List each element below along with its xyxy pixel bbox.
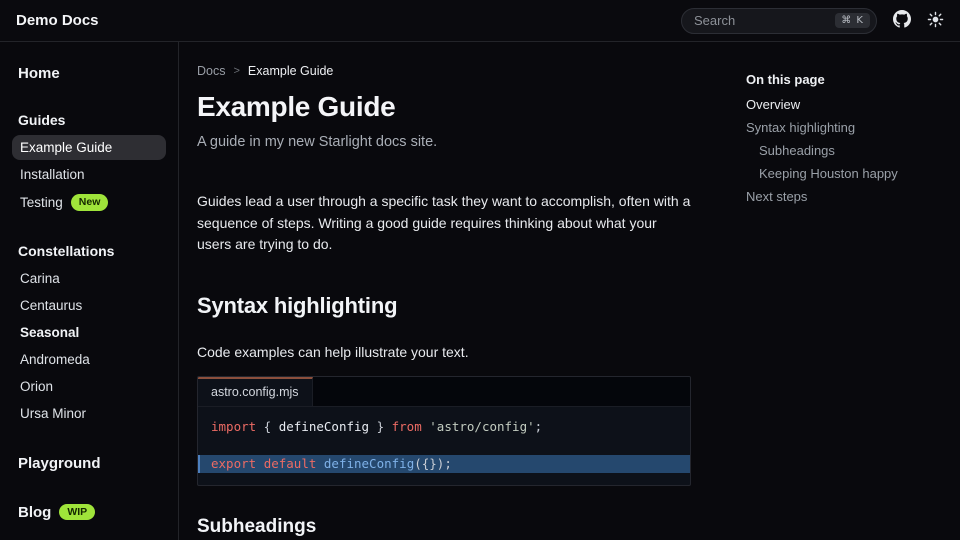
wip-badge: WIP [59,504,95,521]
toc-item-syntax-highlighting[interactable]: Syntax highlighting [746,120,944,135]
sidebar-item-home[interactable]: Home [12,62,166,85]
sidebar-item-label: Playground [18,455,101,472]
code-token [256,456,264,471]
sidebar-item-label: Seasonal [20,325,79,340]
page-title: Example Guide [197,91,691,123]
sidebar-item-example-guide[interactable]: Example Guide [12,135,166,160]
heading-syntax-highlighting: Syntax highlighting [197,293,691,319]
sidebar-item-label: Home [18,65,60,82]
toc-list: Overview Syntax highlighting Subheadings… [746,97,944,204]
breadcrumb-current: Example Guide [248,64,333,78]
code-body: import { defineConfig } from 'astro/conf… [198,407,690,486]
sidebar-item-label: Installation [20,167,85,182]
code-line-highlighted: export default defineConfig({}); [198,455,690,474]
toc-item-subheadings[interactable]: Subheadings [746,143,944,158]
header-actions: Search ⌘ K [681,8,944,34]
section-intro-paragraph: Code examples can help illustrate your t… [197,344,691,360]
sidebar: Home Guides Example Guide Installation T… [0,42,179,540]
sidebar-item-label: Blog [18,504,51,521]
code-line: import { defineConfig } from 'astro/conf… [198,418,690,437]
sidebar-item-label: Centaurus [20,298,82,313]
code-token [316,456,324,471]
heading-subheadings: Subheadings [197,516,691,538]
sidebar-item-carina[interactable]: Carina [12,266,166,291]
code-token: { [256,419,279,434]
sidebar-item-label: Example Guide [20,140,112,155]
github-icon [893,10,911,31]
sidebar-item-label: Andromeda [20,352,90,367]
site-title[interactable]: Demo Docs [16,12,99,29]
code-block: astro.config.mjs import { defineConfig }… [197,376,691,487]
search-shortcut-kbd: ⌘ K [835,13,870,28]
sidebar-item-label: Orion [20,379,53,394]
code-tabbar: astro.config.mjs [198,377,690,407]
code-token: 'astro/config' [429,419,534,434]
table-of-contents: On this page Overview Syntax highlightin… [722,42,960,540]
code-token: default [264,456,317,471]
code-line-empty [198,436,690,455]
sidebar-item-label: Carina [20,271,60,286]
sidebar-item-installation[interactable]: Installation [12,162,166,187]
code-tab-filename[interactable]: astro.config.mjs [198,377,313,406]
code-token: ; [535,419,543,434]
sun-icon [927,11,944,31]
chevron-right-icon: > [233,65,239,77]
sidebar-item-centaurus[interactable]: Centaurus [12,293,166,318]
github-link[interactable] [893,10,911,31]
sidebar-group-constellations: Constellations [12,240,166,262]
sidebar-subgroup-seasonal: Seasonal [12,320,166,345]
breadcrumb: Docs > Example Guide [197,64,691,78]
code-token: defineConfig [324,456,414,471]
sidebar-item-ursa-minor[interactable]: Ursa Minor [12,401,166,426]
code-token: ({}); [414,456,452,471]
toc-item-keeping-houston-happy[interactable]: Keeping Houston happy [746,166,944,181]
sidebar-item-blog[interactable]: Blog WIP [12,501,166,524]
search-placeholder: Search [694,13,735,28]
sidebar-item-label: Testing [20,195,63,210]
sidebar-item-andromeda[interactable]: Andromeda [12,347,166,372]
page-lede: A guide in my new Starlight docs site. [197,134,691,150]
toc-item-next-steps[interactable]: Next steps [746,189,944,204]
code-token: import [211,419,256,434]
code-token: } [369,419,392,434]
new-badge: New [71,194,109,211]
sidebar-group-guides-items: Example Guide Installation Testing New [12,135,166,216]
code-token: defineConfig [279,419,369,434]
search-input[interactable]: Search ⌘ K [681,8,877,34]
sidebar-group-guides: Guides [12,109,166,131]
site-header: Demo Docs Search ⌘ K [0,0,960,42]
code-token: export [211,456,256,471]
sidebar-item-testing[interactable]: Testing New [12,189,166,216]
sidebar-item-label: Ursa Minor [20,406,86,421]
sidebar-item-playground[interactable]: Playground [12,452,166,475]
sidebar-item-orion[interactable]: Orion [12,374,166,399]
code-token: from [392,419,422,434]
toc-title: On this page [746,72,944,87]
toc-item-overview[interactable]: Overview [746,97,944,112]
intro-paragraph: Guides lead a user through a specific ta… [197,191,691,256]
main-content: Docs > Example Guide Example Guide A gui… [179,42,722,540]
theme-toggle[interactable] [927,11,944,31]
sidebar-group-constellations-items: Carina Centaurus Seasonal Andromeda Orio… [12,266,166,426]
breadcrumb-docs[interactable]: Docs [197,64,225,78]
